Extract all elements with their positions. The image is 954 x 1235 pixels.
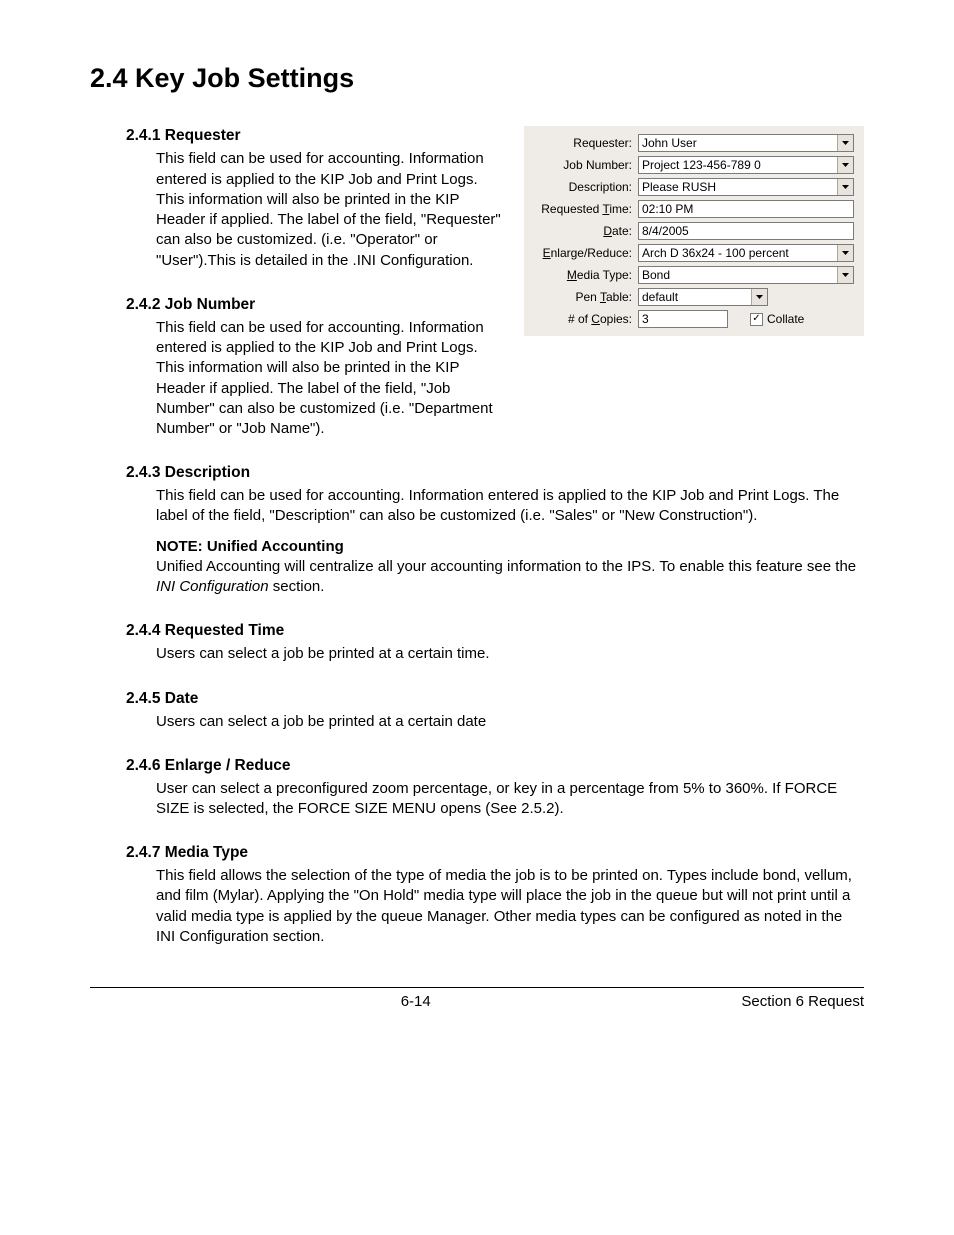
section-head: 2.4.6 Enlarge / Reduce <box>126 756 864 777</box>
dropdown-icon[interactable] <box>751 289 767 305</box>
section-requested-time: 2.4.4 Requested Time Users can select a … <box>90 621 864 664</box>
requester-value: John User <box>642 135 697 151</box>
label-enlarge-reduce: Enlarge/Reduce: <box>528 245 634 261</box>
page-title: 2.4 Key Job Settings <box>90 60 864 96</box>
section-head: 2.4.3 Description <box>126 463 864 484</box>
checkbox-icon: ✓ <box>750 313 763 326</box>
dropdown-icon[interactable] <box>837 135 853 151</box>
job-number-value: Project 123-456-789 0 <box>642 157 761 173</box>
page-footer: 6-14 Section 6 Request <box>90 988 864 1012</box>
section-head: 2.4.2 Job Number <box>126 295 504 316</box>
dropdown-icon[interactable] <box>837 267 853 283</box>
requester-combo[interactable]: John User <box>638 134 854 152</box>
section-body: This field allows the selection of the t… <box>126 866 864 947</box>
note-heading: NOTE: Unified Accounting <box>156 537 864 557</box>
section-enlarge-reduce: 2.4.6 Enlarge / Reduce User can select a… <box>90 756 864 819</box>
page-number: 6-14 <box>90 992 741 1012</box>
label-job-number: Job Number: <box>528 157 634 173</box>
collate-label: Collate <box>767 311 804 327</box>
label-requester: Requester: <box>528 135 634 151</box>
section-media-type: 2.4.7 Media Type This field allows the s… <box>90 843 864 947</box>
requested-time-field[interactable]: 02:10 PM <box>638 200 854 218</box>
section-description: 2.4.3 Description This field can be used… <box>90 463 864 597</box>
note-body: Unified Accounting will centralize all y… <box>156 557 864 598</box>
copies-value: 3 <box>642 311 649 327</box>
label-description: Description: <box>528 179 634 195</box>
collate-checkbox[interactable]: ✓ Collate <box>750 311 804 327</box>
section-date: 2.4.5 Date Users can select a job be pri… <box>90 689 864 732</box>
label-date: Date: <box>528 223 634 239</box>
section-body: This field can be used for accounting. I… <box>156 486 864 527</box>
section-head: 2.4.4 Requested Time <box>126 621 864 642</box>
section-body: Users can select a job be printed at a c… <box>126 712 864 732</box>
job-settings-form: Requester: John User Job Number: Project… <box>524 126 864 336</box>
label-media-type: Media Type: <box>528 267 634 283</box>
section-requester: 2.4.1 Requester This field can be used f… <box>90 126 504 270</box>
section-head: 2.4.7 Media Type <box>126 843 864 864</box>
enlarge-reduce-combo[interactable]: Arch D 36x24 - 100 percent <box>638 244 854 262</box>
section-job-number: 2.4.2 Job Number This field can be used … <box>90 295 504 439</box>
dropdown-icon[interactable] <box>837 179 853 195</box>
section-body: User can select a preconfigured zoom per… <box>126 779 864 820</box>
label-requested-time: Requested Time: <box>528 201 634 217</box>
label-pen-table: Pen Table: <box>528 289 634 305</box>
section-head: 2.4.5 Date <box>126 689 864 710</box>
footer-section: Section 6 Request <box>741 992 864 1012</box>
date-field[interactable]: 8/4/2005 <box>638 222 854 240</box>
date-value: 8/4/2005 <box>642 223 689 239</box>
enlarge-reduce-value: Arch D 36x24 - 100 percent <box>642 245 789 261</box>
description-combo[interactable]: Please RUSH <box>638 178 854 196</box>
media-type-combo[interactable]: Bond <box>638 266 854 284</box>
copies-field[interactable]: 3 <box>638 310 728 328</box>
pen-table-value: default <box>642 289 678 305</box>
pen-table-combo[interactable]: default <box>638 288 768 306</box>
section-head: 2.4.1 Requester <box>126 126 504 147</box>
section-body: This field can be used for accounting. I… <box>126 149 504 271</box>
dropdown-icon[interactable] <box>837 245 853 261</box>
job-number-combo[interactable]: Project 123-456-789 0 <box>638 156 854 174</box>
description-value: Please RUSH <box>642 179 716 195</box>
label-copies: # of Copies: <box>528 311 634 327</box>
section-body: This field can be used for accounting. I… <box>126 318 504 440</box>
section-body: Users can select a job be printed at a c… <box>126 644 864 664</box>
requested-time-value: 02:10 PM <box>642 201 693 217</box>
dropdown-icon[interactable] <box>837 157 853 173</box>
media-type-value: Bond <box>642 267 670 283</box>
